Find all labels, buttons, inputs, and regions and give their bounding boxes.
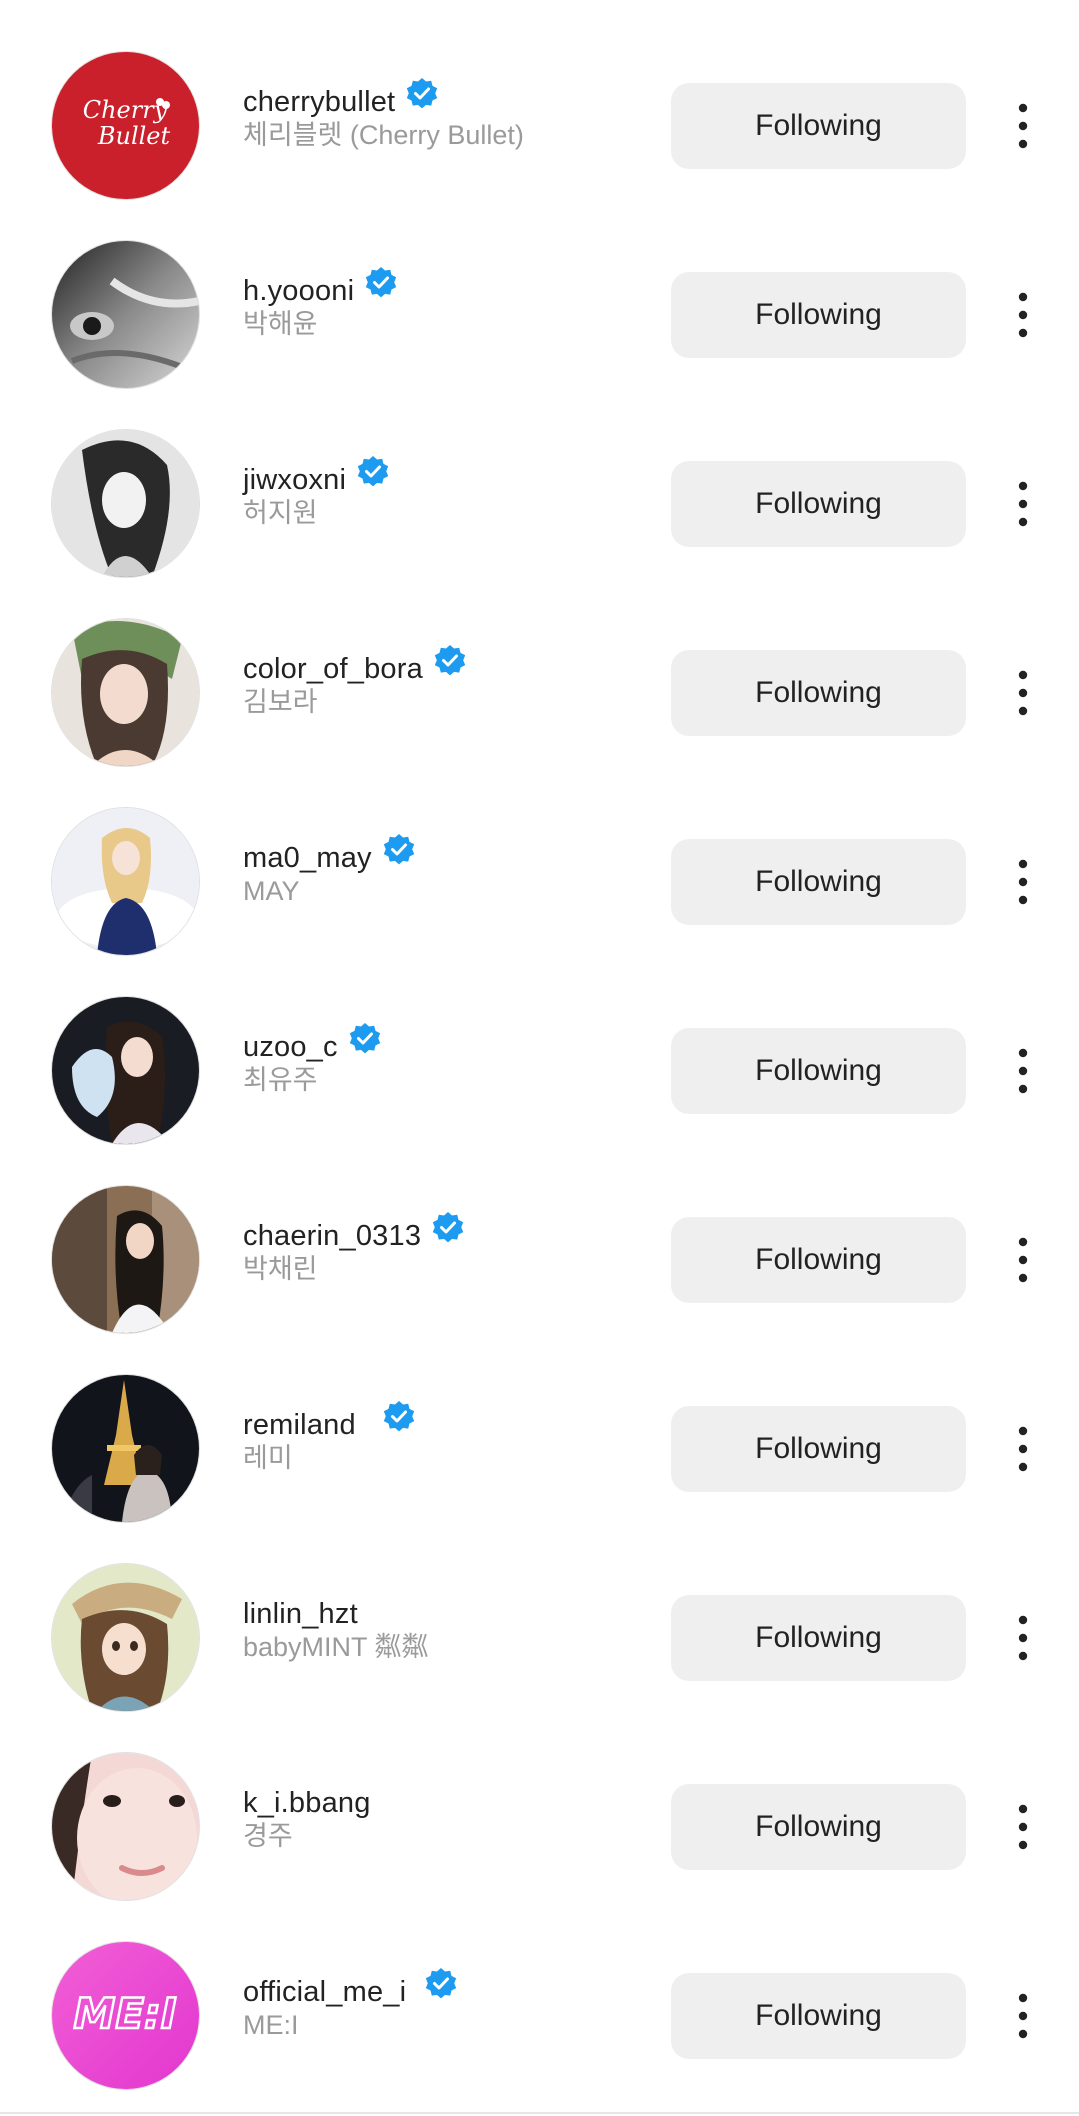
- more-options-icon[interactable]: [1008, 1234, 1038, 1286]
- more-options-icon[interactable]: [1008, 100, 1038, 152]
- full-name: 박채린: [243, 1254, 318, 1284]
- more-options-icon[interactable]: [1008, 667, 1038, 719]
- avatar[interactable]: [52, 1375, 199, 1522]
- account-row[interactable]: uzoo_c 최유주 Following: [0, 945, 1079, 1144]
- verified-badge-icon: [364, 266, 398, 300]
- following-button[interactable]: Following: [671, 83, 966, 169]
- full-name: babyMINT 粼粼: [243, 1632, 429, 1662]
- account-row[interactable]: ME:I official_me_i ME:I Following: [0, 1890, 1079, 2089]
- avatar[interactable]: [52, 997, 199, 1144]
- full-name: 허지원: [243, 498, 318, 528]
- verified-badge-icon: [424, 1967, 458, 2001]
- account-row[interactable]: remiland 레미 Following: [0, 1323, 1079, 1522]
- username[interactable]: cherrybullet: [243, 86, 395, 119]
- username[interactable]: remiland: [243, 1409, 356, 1442]
- avatar[interactable]: [52, 241, 199, 388]
- username[interactable]: uzoo_c: [243, 1031, 338, 1064]
- account-row[interactable]: ma0_may MAY Following: [0, 756, 1079, 955]
- full-name: 레미: [243, 1443, 293, 1473]
- following-button[interactable]: Following: [671, 1217, 966, 1303]
- more-options-icon[interactable]: [1008, 478, 1038, 530]
- avatar[interactable]: Cherry Bullet: [52, 52, 199, 199]
- full-name: 김보라: [243, 687, 318, 717]
- avatar[interactable]: [52, 619, 199, 766]
- account-row[interactable]: h.yoooni 박해윤 Following: [0, 189, 1079, 388]
- more-options-icon[interactable]: [1008, 856, 1038, 908]
- verified-badge-icon: [405, 77, 439, 111]
- following-button[interactable]: Following: [671, 1406, 966, 1492]
- more-options-icon[interactable]: [1008, 289, 1038, 341]
- account-row[interactable]: color_of_bora 김보라 Following: [0, 567, 1079, 766]
- verified-badge-icon: [348, 1022, 382, 1056]
- username[interactable]: official_me_i: [243, 1976, 406, 2009]
- username[interactable]: color_of_bora: [243, 653, 423, 686]
- more-options-icon[interactable]: [1008, 1423, 1038, 1475]
- account-row[interactable]: jiwxoxni 허지원 Following: [0, 378, 1079, 577]
- more-options-icon[interactable]: [1008, 1045, 1038, 1097]
- full-name: MAY: [243, 876, 300, 906]
- following-button[interactable]: Following: [671, 1028, 966, 1114]
- avatar[interactable]: [52, 1564, 199, 1711]
- username[interactable]: ma0_may: [243, 842, 372, 875]
- more-options-icon[interactable]: [1008, 1990, 1038, 2042]
- avatar[interactable]: [52, 808, 199, 955]
- avatar[interactable]: [52, 430, 199, 577]
- verified-badge-icon: [382, 1400, 416, 1434]
- avatar-logo-text-bottom: Bullet: [97, 122, 171, 150]
- full-name: 박해윤: [243, 309, 318, 339]
- full-name: 경주: [243, 1821, 293, 1851]
- account-row[interactable]: k_i.bbang 경주 Following: [0, 1701, 1079, 1900]
- divider: [0, 2112, 1079, 2114]
- full-name: ME:I: [243, 2010, 299, 2040]
- avatar-logo-text: ME:I: [74, 1989, 177, 2038]
- avatar-logo-text-top: Cherry: [83, 96, 168, 124]
- following-button[interactable]: Following: [671, 1973, 966, 2059]
- avatar[interactable]: [52, 1186, 199, 1333]
- full-name: 최유주: [243, 1065, 318, 1095]
- verified-badge-icon: [431, 1211, 465, 1245]
- avatar[interactable]: [52, 1753, 199, 1900]
- following-button[interactable]: Following: [671, 272, 966, 358]
- username[interactable]: jiwxoxni: [243, 464, 346, 497]
- username[interactable]: k_i.bbang: [243, 1787, 371, 1820]
- following-button[interactable]: Following: [671, 839, 966, 925]
- full-name: 체리블렛 (Cherry Bullet): [243, 120, 524, 150]
- verified-badge-icon: [356, 455, 390, 489]
- username[interactable]: chaerin_0313: [243, 1220, 421, 1253]
- verified-badge-icon: [382, 833, 416, 867]
- verified-badge-icon: [433, 644, 467, 678]
- more-options-icon[interactable]: [1008, 1612, 1038, 1664]
- username[interactable]: h.yoooni: [243, 275, 354, 308]
- avatar[interactable]: ME:I: [52, 1942, 199, 2089]
- more-options-icon[interactable]: [1008, 1801, 1038, 1853]
- account-row[interactable]: Cherry Bullet cherrybullet 체리블렛 (Cherry …: [0, 0, 1079, 199]
- following-button[interactable]: Following: [671, 1784, 966, 1870]
- username[interactable]: linlin_hzt: [243, 1598, 358, 1631]
- following-button[interactable]: Following: [671, 650, 966, 736]
- following-button[interactable]: Following: [671, 1595, 966, 1681]
- account-row[interactable]: chaerin_0313 박채린 Following: [0, 1134, 1079, 1333]
- account-row[interactable]: linlin_hzt babyMINT 粼粼 Following: [0, 1512, 1079, 1711]
- following-button[interactable]: Following: [671, 461, 966, 547]
